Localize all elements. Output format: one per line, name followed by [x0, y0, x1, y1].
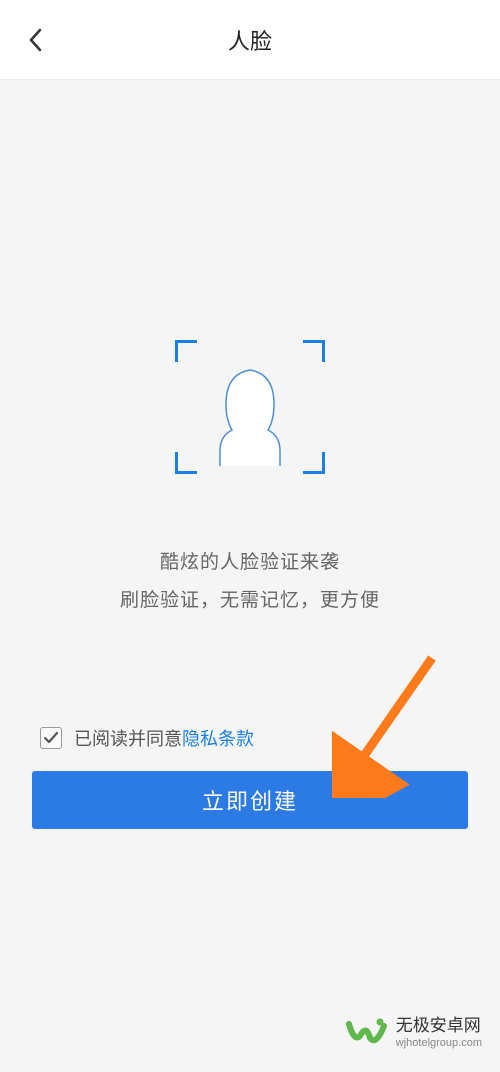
face-scan-frame: [175, 340, 325, 474]
main-content: 酷炫的人脸验证来袭 刷脸验证，无需记忆，更方便 已阅读并同意 隐私条款 立即创建: [0, 80, 500, 829]
privacy-link[interactable]: 隐私条款: [182, 725, 254, 751]
watermark-text-block: 无极安卓网 wjhotelgroup.com: [396, 1016, 482, 1050]
header-bar: 人脸: [0, 0, 500, 80]
watermark-name: 无极安卓网: [396, 1016, 482, 1036]
create-button-label: 立即创建: [202, 784, 298, 816]
checkmark-icon: [43, 731, 59, 745]
description-block: 酷炫的人脸验证来袭 刷脸验证，无需记忆，更方便: [0, 544, 500, 620]
agreement-prefix: 已阅读并同意: [74, 725, 182, 751]
create-now-button[interactable]: 立即创建: [32, 771, 468, 829]
watermark: 无极安卓网 wjhotelgroup.com: [346, 1012, 482, 1054]
chevron-left-icon: [28, 28, 42, 52]
face-silhouette-icon: [183, 348, 317, 466]
watermark-logo-icon: [346, 1012, 388, 1054]
agreement-checkbox[interactable]: [40, 727, 62, 749]
page-title: 人脸: [0, 24, 500, 56]
watermark-url: wjhotelgroup.com: [396, 1036, 482, 1050]
back-button[interactable]: [20, 20, 50, 60]
description-line-2: 刷脸验证，无需记忆，更方便: [0, 582, 500, 620]
description-line-1: 酷炫的人脸验证来袭: [0, 544, 500, 582]
agreement-row: 已阅读并同意 隐私条款: [0, 725, 500, 751]
